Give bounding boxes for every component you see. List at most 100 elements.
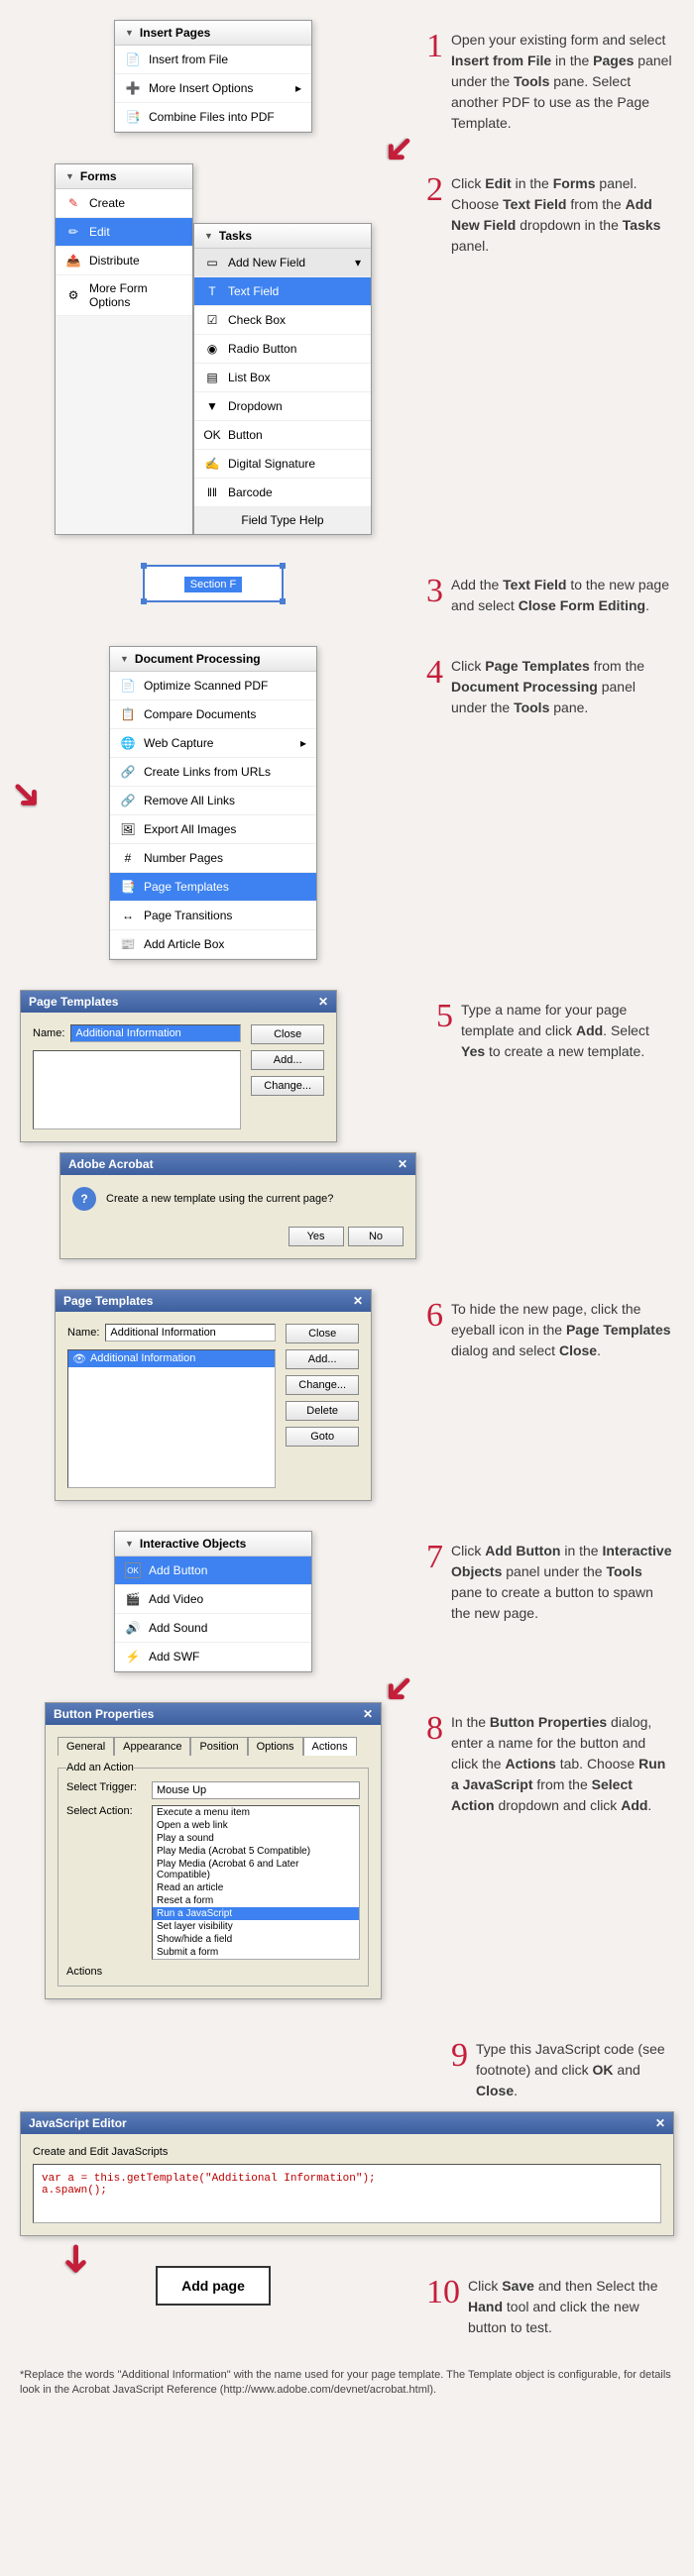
compare-icon: 📋 [120,706,136,722]
list-icon: ▤ [204,370,220,385]
page-transitions[interactable]: ↔Page Transitions [110,902,316,930]
delete-button[interactable]: Delete [286,1401,359,1421]
field-barcode[interactable]: ‖‖Barcode [194,479,371,507]
step-description: To hide the new page, click the eyeball … [451,1299,674,1361]
transition-icon: ↔ [120,908,136,923]
dropdown-icon: ▼ [204,398,220,414]
combine-files[interactable]: 📑Combine Files into PDF [115,103,311,132]
add-button[interactable]: Add... [286,1349,359,1369]
select-trigger[interactable]: Mouse Up [152,1781,360,1799]
add-page-button[interactable]: Add page [156,2266,271,2306]
step-description: In the Button Properties dialog, enter a… [451,1712,674,1816]
article-icon: 📰 [120,936,136,952]
field-text[interactable]: TText Field [194,277,371,306]
close-icon[interactable]: ✕ [398,1157,407,1171]
arrow-icon: ➜ [0,767,55,822]
checkbox-icon: ☑ [204,312,220,328]
step-description: Click Edit in the Forms panel. Choose Te… [451,173,674,257]
plus-icon: ➕ [125,80,141,96]
optimize-scanned[interactable]: 📄Optimize Scanned PDF [110,672,316,700]
barcode-icon: ‖‖ [204,484,220,500]
interactive-objects-panel: Interactive Objects OKAdd Button 🎬Add Vi… [114,1531,312,1672]
text-icon: T [204,283,220,299]
swf-icon: ⚡ [125,1649,141,1664]
web-icon: 🌐 [120,735,136,751]
tab-general[interactable]: General [58,1737,114,1756]
forms-more[interactable]: ⚙More Form Options [56,275,192,316]
close-button[interactable]: Close [251,1024,324,1044]
field-radio[interactable]: ◉Radio Button [194,335,371,364]
insert-pages-panel: Insert Pages 📄Insert from File ➕More Ins… [114,20,312,133]
doc-processing-panel: Document Processing 📄Optimize Scanned PD… [109,646,317,960]
yes-button[interactable]: Yes [289,1227,344,1246]
distribute-icon: 📤 [65,253,81,268]
link-icon: 🔗 [120,764,136,780]
field-type-help[interactable]: Field Type Help [194,507,371,534]
field-dropdown[interactable]: ▼Dropdown [194,392,371,421]
web-capture[interactable]: 🌐Web Capture▸ [110,729,316,758]
close-icon[interactable]: ✕ [363,1707,373,1721]
template-list[interactable] [33,1050,241,1129]
more-insert-options[interactable]: ➕More Insert Options▸ [115,74,311,103]
remove-links[interactable]: 🔗Remove All Links [110,787,316,815]
add-button[interactable]: Add... [251,1050,324,1070]
question-icon: ? [72,1187,96,1211]
goto-button[interactable]: Goto [286,1427,359,1447]
compare-docs[interactable]: 📋Compare Documents [110,700,316,729]
step-description: Type a name for your page template and c… [461,1000,674,1062]
tab-actions[interactable]: Actions [303,1737,357,1756]
page-templates[interactable]: 📑Page Templates [110,873,316,902]
radio-icon: ◉ [204,341,220,357]
template-list[interactable]: 👁Additional Information [67,1349,276,1488]
no-button[interactable]: No [348,1227,404,1246]
step-description: Click Save and then Select the Hand tool… [468,2276,674,2338]
template-name-input[interactable] [70,1024,241,1042]
tab-position[interactable]: Position [190,1737,247,1756]
template-name-input[interactable] [105,1324,276,1342]
change-button[interactable]: Change... [251,1076,324,1096]
button-icon: OK [125,1562,141,1578]
field-listbox[interactable]: ▤List Box [194,364,371,392]
file-icon: 📄 [125,52,141,67]
add-video[interactable]: 🎬Add Video [115,1585,311,1614]
tab-options[interactable]: Options [248,1737,303,1756]
close-icon[interactable]: ✕ [655,2116,665,2130]
field-button[interactable]: OKButton [194,421,371,450]
footnote: *Replace the words "Additional Informati… [20,2368,674,2399]
number-pages[interactable]: #Number Pages [110,844,316,873]
export-icon: 🖼 [120,821,136,837]
forms-create[interactable]: ✎Create [56,189,192,218]
close-icon[interactable]: ✕ [318,995,328,1009]
eyeball-icon[interactable]: 👁 [72,1352,86,1365]
create-links[interactable]: 🔗Create Links from URLs [110,758,316,787]
merge-icon: 📑 [125,109,141,125]
add-new-field[interactable]: ▭Add New Field▾ [194,249,371,277]
add-sound[interactable]: 🔊Add Sound [115,1614,311,1643]
close-button[interactable]: Close [286,1324,359,1343]
page-templates-dialog-2: Page Templates✕ Name: 👁Additional Inform… [55,1289,372,1501]
select-action-list[interactable]: Execute a menu item Open a web link Play… [152,1805,360,1960]
chevron-icon: ▸ [295,81,301,95]
close-icon[interactable]: ✕ [353,1294,363,1308]
gear-icon: ⚙ [65,287,81,303]
field-checkbox[interactable]: ☑Check Box [194,306,371,335]
export-images[interactable]: 🖼Export All Images [110,815,316,844]
arrow-icon: ➜ [54,2242,99,2276]
insert-from-file[interactable]: 📄Insert from File [115,46,311,74]
tab-appearance[interactable]: Appearance [114,1737,190,1756]
signature-icon: ✍ [204,456,220,472]
forms-edit[interactable]: ✏Edit [56,218,192,247]
text-field-placeholder[interactable]: Section F [143,565,284,602]
field-signature[interactable]: ✍Digital Signature [194,450,371,479]
change-button[interactable]: Change... [286,1375,359,1395]
unlink-icon: 🔗 [120,793,136,808]
step-description: Open your existing form and select Inser… [451,30,674,134]
add-swf[interactable]: ⚡Add SWF [115,1643,311,1671]
field-icon: ▭ [204,255,220,270]
add-article[interactable]: 📰Add Article Box [110,930,316,959]
forms-distribute[interactable]: 📤Distribute [56,247,192,275]
step-description: Click Add Button in the Interactive Obje… [451,1541,674,1624]
code-editor[interactable]: var a = this.getTemplate("Additional Inf… [33,2164,661,2223]
add-button[interactable]: OKAdd Button [115,1556,311,1585]
page-templates-dialog: Page Templates✕ Name: Close Add... Chang… [20,990,337,1142]
